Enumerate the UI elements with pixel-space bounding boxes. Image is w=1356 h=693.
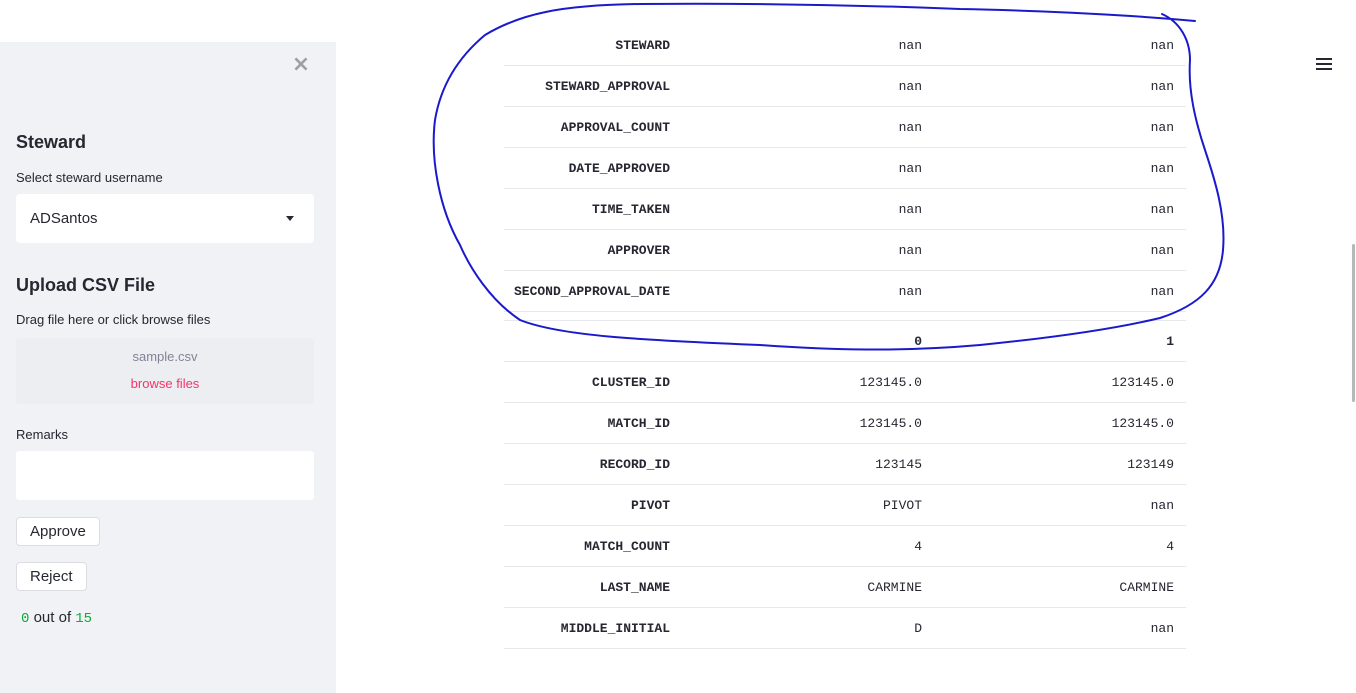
row-header-cell: MATCH_COUNT	[584, 539, 670, 554]
row-header-cell: STEWARD_APPROVAL	[545, 79, 670, 94]
table-row: APPROVER nan nan	[504, 230, 1186, 271]
remarks-label: Remarks	[16, 427, 69, 442]
row-header-cell: PIVOT	[630, 498, 670, 513]
table-cell: nan	[898, 284, 922, 299]
approval-progress: 0 out of 15	[21, 609, 92, 627]
table-cell: nan	[1150, 498, 1174, 513]
table-row: MATCH_ID 123145.0 123145.0	[504, 403, 1186, 444]
table-cell: 123145.0	[859, 416, 922, 431]
table-cell: nan	[1150, 284, 1174, 299]
progress-text: out of	[33, 609, 72, 626]
table-cell: nan	[898, 38, 922, 53]
row-header-cell: STEWARD	[615, 38, 670, 53]
table-header-row: 01	[504, 321, 1186, 362]
table-row: LAST_NAME CARMINE CARMINE	[504, 567, 1186, 608]
sidebar: × Steward Select steward username ADSant…	[0, 42, 336, 693]
steward-select-label: Select steward username	[16, 170, 163, 185]
table-cell: 123145.0	[1111, 375, 1174, 390]
table-cell: 123149	[1127, 457, 1174, 472]
upload-heading: Upload CSV File	[16, 275, 156, 295]
chevron-down-icon	[286, 216, 294, 221]
table-row: PIVOT PIVOT nan	[504, 485, 1186, 526]
column-header: 0	[914, 334, 922, 349]
table-row: MIDDLE_INITIAL Dnan	[504, 608, 1186, 649]
file-dropzone[interactable]: sample.csv browse files	[16, 338, 314, 404]
table-row: STEWARD nan nan	[504, 25, 1186, 66]
table-cell: 4	[1166, 539, 1174, 554]
browse-files-link[interactable]: browse files	[16, 376, 314, 391]
table-cell: 123145.0	[1111, 416, 1174, 431]
progress-current: 0	[21, 611, 30, 627]
approve-button[interactable]: Approve	[16, 517, 100, 546]
table-cell: nan	[898, 161, 922, 176]
table-row: MATCH_COUNT 4 4	[504, 526, 1186, 567]
row-header-cell: LAST_NAME	[599, 580, 670, 595]
table-cell: nan	[1150, 243, 1174, 258]
steward-select[interactable]: ADSantos	[16, 194, 314, 243]
table-row: SECOND_APPROVAL_DATE nan nan	[504, 271, 1186, 312]
row-header-cell: MIDDLE_INITIAL	[560, 621, 670, 636]
table-cell: nan	[1150, 161, 1174, 176]
steward-heading: Steward	[16, 132, 87, 152]
steward-select-value: ADSantos	[30, 210, 98, 227]
table-row: DATE_APPROVED nan nan	[504, 148, 1186, 189]
table-cell: nan	[898, 243, 922, 258]
table-cell: nan	[898, 79, 922, 94]
table-cell: D	[914, 621, 922, 636]
steward-fields-table: STEWARD nan nan STEWARD_APPROVAL nan nan APPRO…	[504, 25, 1186, 312]
table-row: TIME_TAKEN nan nan	[504, 189, 1186, 230]
row-header-cell: SECOND_APPROVAL_DATE	[513, 284, 670, 299]
table-cell: CARMINE	[1119, 580, 1174, 595]
page-scrollbar[interactable]	[1352, 244, 1355, 402]
table-cell: nan	[1150, 38, 1174, 53]
table-cell: nan	[1150, 621, 1174, 636]
table-cell: CARMINE	[867, 580, 922, 595]
upload-label: Drag file here or click browse files	[16, 312, 211, 327]
table-cell: 123145	[875, 457, 922, 472]
table-cell: nan	[898, 120, 922, 135]
table-cell: nan	[1150, 79, 1174, 94]
table-cell: nan	[898, 202, 922, 217]
table-cell: nan	[1150, 202, 1174, 217]
progress-total: 15	[75, 611, 93, 627]
row-header-cell: APPROVER	[607, 243, 670, 258]
table-row: APPROVAL_COUNT nan nan	[504, 107, 1186, 148]
row-header-cell: APPROVAL_COUNT	[560, 120, 670, 135]
remarks-textarea[interactable]	[16, 451, 314, 500]
table-row: CLUSTER_ID 123145.0 123145.0	[504, 362, 1186, 403]
row-header-cell: CLUSTER_ID	[591, 375, 670, 390]
table-cell: 4	[914, 539, 922, 554]
uploaded-file-name: sample.csv	[132, 349, 198, 364]
row-header-cell: MATCH_ID	[607, 416, 670, 431]
reject-button[interactable]: Reject	[16, 562, 87, 591]
row-header-cell: DATE_APPROVED	[568, 161, 670, 176]
row-header-cell: TIME_TAKEN	[591, 202, 670, 217]
table-cell: 123145.0	[859, 375, 922, 390]
row-header-cell: RECORD_ID	[599, 457, 670, 472]
table-cell: PIVOT	[882, 498, 922, 513]
table-row: STEWARD_APPROVAL nan nan	[504, 66, 1186, 107]
close-icon[interactable]: ×	[290, 54, 312, 76]
column-header: 1	[1166, 334, 1174, 349]
record-comparison-table: 0 1 CLUSTER_ID 123145.0 123145.0 MATCH_ID 1231…	[504, 320, 1186, 649]
hamburger-menu-icon[interactable]	[1316, 58, 1332, 72]
table-row: RECORD_ID 123145 123149	[504, 444, 1186, 485]
table-cell: nan	[1150, 120, 1174, 135]
